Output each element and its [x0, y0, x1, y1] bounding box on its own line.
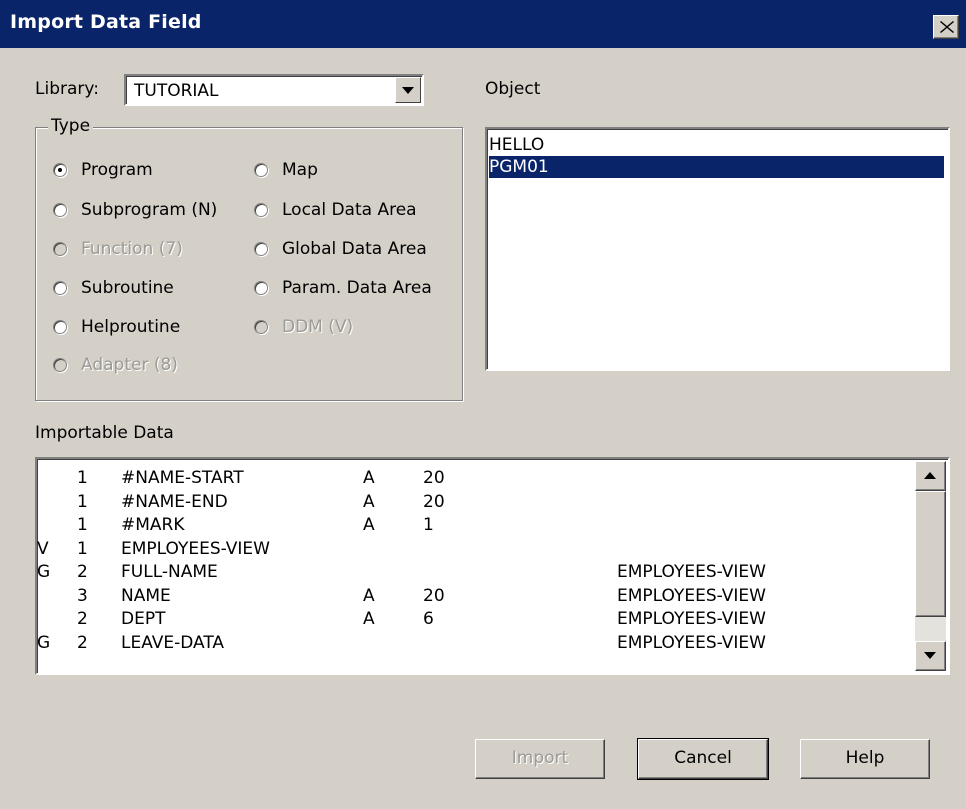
cell-view: EMPLOYEES-VIEW — [617, 562, 766, 582]
cell-format: A — [363, 585, 375, 606]
radio-label: Function (7) — [81, 239, 183, 259]
arrow-up-icon — [924, 472, 936, 479]
radio-indicator — [53, 163, 67, 177]
cell-format: A — [363, 515, 375, 535]
radio-label: DDM (V) — [282, 317, 354, 337]
type-group-legend: Type — [48, 116, 94, 136]
cell-level: 1 — [77, 538, 88, 559]
close-button[interactable] — [933, 15, 959, 39]
vertical-scrollbar[interactable] — [915, 461, 946, 671]
library-combo[interactable]: TUTORIAL — [124, 74, 424, 106]
table-row[interactable]: 1 #NAME-START A 20 — [37, 468, 917, 492]
radio-indicator — [53, 320, 67, 334]
cell-name: #MARK — [121, 515, 185, 535]
cell-name: NAME — [121, 585, 171, 606]
cell-length: 20 — [423, 468, 445, 488]
cell-level: 2 — [77, 632, 88, 653]
cell-length: 1 — [423, 515, 434, 535]
cell-name: EMPLOYEES-VIEW — [121, 538, 270, 559]
cell-name: #NAME-START — [121, 468, 244, 488]
list-item-selected[interactable]: PGM01 — [489, 156, 944, 178]
table-row[interactable]: 1 #MARK A 1 — [37, 515, 917, 539]
table-row[interactable]: V 1 EMPLOYEES-VIEW — [37, 539, 917, 563]
radio-indicator — [254, 242, 268, 256]
radio-label: Global Data Area — [282, 239, 427, 259]
cell-view: EMPLOYEES-VIEW — [617, 632, 766, 653]
cell-name: FULL-NAME — [121, 562, 218, 582]
radio-label: Map — [282, 160, 318, 180]
object-label: Object — [485, 79, 541, 99]
radio-label: Param. Data Area — [282, 278, 432, 298]
cell-level: 1 — [77, 491, 88, 512]
table-row[interactable]: G 2 FULL-NAME EMPLOYEES-VIEW — [37, 562, 917, 586]
chevron-down-icon — [402, 87, 414, 94]
arrow-down-icon — [924, 652, 936, 659]
help-button[interactable]: Help — [800, 739, 930, 779]
cell-length: 20 — [423, 585, 445, 606]
cell-name: DEPT — [121, 609, 166, 629]
radio-label: Subroutine — [81, 278, 174, 298]
scroll-thumb[interactable] — [915, 491, 946, 617]
cell-level: 2 — [77, 562, 88, 582]
cell-format: A — [363, 468, 375, 488]
object-list[interactable]: HELLO PGM01 — [485, 127, 950, 371]
radio-indicator — [254, 281, 268, 295]
import-button[interactable]: Import — [475, 739, 605, 779]
library-label: Library: — [35, 79, 99, 99]
cell-name: #NAME-END — [121, 491, 228, 512]
importable-data-list[interactable]: 1 #NAME-START A 20 1 #NAME-END A 20 1 #MARK A 1 V 1 EM… — [35, 457, 950, 675]
cell-flag: G — [37, 562, 51, 582]
radio-indicator — [254, 203, 268, 217]
window-title: Import Data Field — [10, 11, 202, 33]
radio-label: Program — [81, 160, 153, 180]
scroll-down-button[interactable] — [915, 641, 946, 671]
radio-indicator — [53, 242, 67, 256]
importable-data-label: Importable Data — [35, 423, 174, 443]
close-icon — [940, 21, 954, 33]
table-row[interactable]: 2 DEPT A 6 EMPLOYEES-VIEW — [37, 609, 917, 633]
table-row[interactable]: G 2 LEAVE-DATA EMPLOYEES-VIEW — [37, 633, 917, 657]
radio-label: Subprogram (N) — [81, 200, 218, 220]
cell-view: EMPLOYEES-VIEW — [617, 585, 766, 606]
cell-view: EMPLOYEES-VIEW — [617, 609, 766, 629]
scroll-up-button[interactable] — [915, 461, 946, 491]
radio-indicator — [53, 281, 67, 295]
library-value: TUTORIAL — [134, 81, 219, 101]
list-item[interactable]: HELLO — [489, 134, 944, 156]
cell-name: LEAVE-DATA — [121, 632, 225, 653]
cell-level: 2 — [77, 609, 88, 629]
cell-level: 3 — [77, 585, 88, 606]
radio-label: Helproutine — [81, 317, 181, 337]
table-row[interactable]: 1 #NAME-END A 20 — [37, 492, 917, 516]
radio-label: Local Data Area — [282, 200, 417, 220]
radio-indicator — [53, 358, 67, 372]
cell-length: 20 — [423, 491, 445, 512]
cell-level: 1 — [77, 515, 88, 535]
radio-label: Adapter (8) — [81, 355, 178, 375]
cell-format: A — [363, 609, 375, 629]
radio-indicator — [254, 320, 268, 334]
cell-length: 6 — [423, 609, 434, 629]
cell-flag: V — [37, 538, 49, 559]
radio-indicator — [53, 203, 67, 217]
title-bar: Import Data Field — [0, 0, 966, 48]
library-dropdown-button[interactable] — [395, 77, 421, 103]
cell-level: 1 — [77, 468, 88, 488]
radio-indicator — [254, 163, 268, 177]
cell-format: A — [363, 491, 375, 512]
cancel-button[interactable]: Cancel — [637, 738, 769, 780]
cell-flag: G — [37, 632, 51, 653]
table-row[interactable]: 3 NAME A 20 EMPLOYEES-VIEW — [37, 586, 917, 610]
